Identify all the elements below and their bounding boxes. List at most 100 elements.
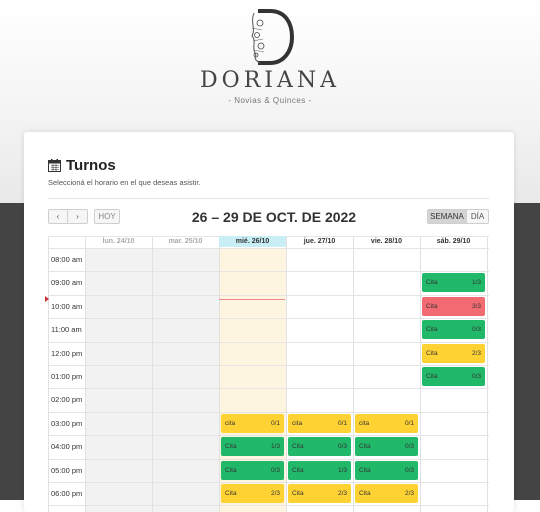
page-title-text: Turnos <box>66 157 116 174</box>
chevron-right-icon: › <box>76 212 79 221</box>
appointment-name: Cita <box>225 443 237 451</box>
grid-row-line <box>48 271 489 273</box>
time-slot-label: 12:00 pm <box>51 348 83 358</box>
grid-col-line <box>487 236 488 512</box>
appointment-name: Cita <box>292 490 304 497</box>
grid-col-line <box>152 236 153 512</box>
day-header[interactable]: vie. 28/10 <box>353 236 420 247</box>
appointment-event[interactable]: Cita 2/3 <box>288 484 351 503</box>
appointment-count: 0/3 <box>270 466 280 474</box>
appointment-event[interactable]: Cita 0/3 <box>355 460 418 480</box>
date-range-title: 26 – 29 DE OCT. DE 2022 <box>191 209 357 225</box>
appointment-count: 0/1 <box>404 419 414 427</box>
appointment-name: Cita <box>426 279 438 287</box>
grid-row-line <box>48 482 489 483</box>
day-header[interactable]: sáb. 29/10 <box>420 236 487 247</box>
prev-button[interactable]: ‹ <box>48 209 68 224</box>
appointment-event[interactable]: Cita 1/3 <box>288 460 351 480</box>
appointment-event[interactable]: Cita 2/3 <box>355 484 418 503</box>
appointment-name: Cita <box>426 349 438 357</box>
brand-subtitle: - Novias & Quinces - <box>228 96 312 105</box>
appointment-name: Cita <box>359 490 371 497</box>
grid-row-line <box>48 341 489 343</box>
appointment-event[interactable]: Cita 1/3 <box>422 273 485 293</box>
current-time-arrow <box>45 296 49 302</box>
time-slot-label: 01:00 pm <box>51 372 83 381</box>
appointment-event[interactable]: Cita 0/3 <box>288 437 351 457</box>
appointment-event[interactable]: Cita 1/3 <box>221 437 284 457</box>
day-header[interactable]: lun. 24/10 <box>85 236 152 247</box>
grid-col-line <box>85 236 86 512</box>
appointment-count: 0/1 <box>337 419 347 427</box>
time-slot-label: 04:00 pm <box>51 442 83 452</box>
appointment-count: 0/3 <box>404 443 414 451</box>
appointment-count: 0/3 <box>404 466 414 474</box>
time-slot-label: 02:00 pm <box>51 395 83 405</box>
time-slot-label: 10:00 am <box>51 301 83 311</box>
appointment-count: 3/3 <box>471 302 481 310</box>
appointment-count: 2/3 <box>404 490 414 497</box>
appointment-name: Cita <box>426 373 438 380</box>
appointment-name: Cita <box>225 466 237 474</box>
appointment-count: 0/3 <box>337 443 347 451</box>
time-slot-label: 08:00 am <box>51 255 83 264</box>
page-subtitle: Seleccioná el horario en el que deseas a… <box>48 178 201 187</box>
time-slot-label: 11:00 am <box>51 325 82 335</box>
appointment-event[interactable]: Cita 3/3 <box>422 296 485 316</box>
appointment-name: Cita <box>359 466 371 474</box>
appointment-event[interactable]: Cita 0/3 <box>355 437 418 457</box>
appointment-count: 1/3 <box>270 443 280 451</box>
appointment-event[interactable]: Cita 0/3 <box>422 367 485 386</box>
brand-name: DORIANA <box>200 68 340 93</box>
appointment-event[interactable]: cita 0/1 <box>288 413 351 433</box>
appointment-count: 0/3 <box>471 326 481 334</box>
grid-row-line <box>48 435 489 437</box>
appointment-event[interactable]: cita 0/1 <box>355 413 418 433</box>
appointment-name: Cita <box>225 490 237 497</box>
time-slot-label: 05:00 pm <box>51 465 83 475</box>
grid-col-line <box>286 236 287 512</box>
appointment-name: Cita <box>426 326 438 334</box>
appointment-name: cita <box>359 419 370 427</box>
divider <box>48 198 489 199</box>
today-button[interactable]: HOY <box>94 209 120 224</box>
appointment-count: 0/1 <box>270 419 280 427</box>
appointment-count: 1/3 <box>337 466 347 474</box>
grid-row-line <box>48 365 489 366</box>
day-column-past <box>152 248 219 512</box>
grid-col-line <box>48 236 49 512</box>
current-time-line <box>219 299 285 300</box>
time-slot-label: 06:00 pm <box>51 489 83 498</box>
next-button[interactable]: › <box>68 209 88 224</box>
appointment-event[interactable]: Cita 2/3 <box>221 484 284 503</box>
appointment-event[interactable]: cita 0/1 <box>221 413 284 433</box>
grid-col-line <box>420 236 421 512</box>
day-header[interactable]: mié. 26/10 <box>219 236 286 247</box>
appointment-name: cita <box>225 419 236 427</box>
calendar-icon <box>48 159 61 172</box>
grid-row-line <box>48 248 489 249</box>
week-view-button[interactable]: SEMANA <box>427 209 467 224</box>
day-header[interactable]: jue. 27/10 <box>286 236 353 247</box>
grid-row-line <box>48 294 489 296</box>
appointment-count: 0/3 <box>471 373 481 380</box>
chevron-left-icon: ‹ <box>56 212 60 221</box>
grid-col-line <box>353 236 354 512</box>
page-title: Turnos <box>48 157 116 174</box>
day-header[interactable]: mar. 25/10 <box>152 236 219 247</box>
appointment-event[interactable]: Cita 2/3 <box>422 343 485 363</box>
grid-col-line <box>219 236 220 512</box>
appointment-event[interactable]: Cita 0/3 <box>221 460 284 480</box>
appointments-card: Turnos Seleccioná el horario en el que d… <box>24 132 514 512</box>
doriana-monogram-logo <box>251 9 294 65</box>
calendar-grid: lun. 24/10 mar. 25/10 mié. 26/10 jue. 27/10… <box>45 236 489 512</box>
appointment-name: Cita <box>292 443 304 451</box>
grid-row-line <box>48 411 489 413</box>
day-view-button[interactable]: DÍA <box>467 209 489 224</box>
appointment-event[interactable]: Cita 0/3 <box>422 320 485 340</box>
appointment-count: 2/3 <box>471 349 481 357</box>
time-slot-label: 03:00 pm <box>51 418 83 428</box>
appointment-count: 1/3 <box>471 279 481 287</box>
grid-row-line <box>48 505 489 507</box>
appointment-name: cita <box>292 419 303 427</box>
